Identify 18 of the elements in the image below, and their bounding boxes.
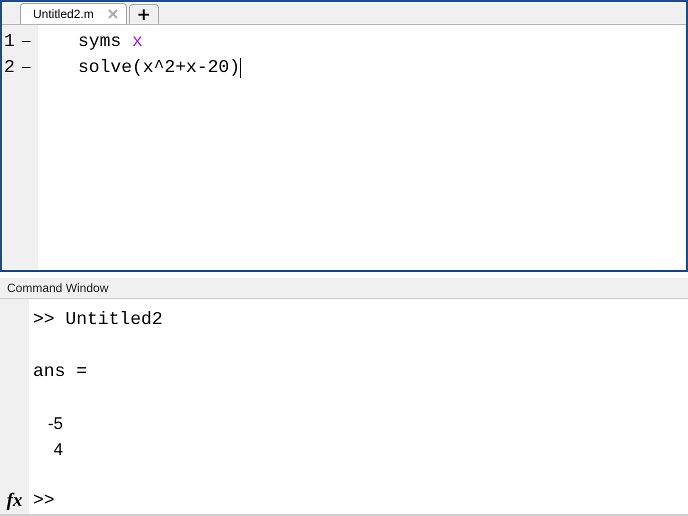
code-text: solve(x^2+x-20)	[78, 58, 240, 78]
breakpoint-marker[interactable]: —	[22, 60, 30, 76]
file-tab[interactable]: Untitled2.m	[20, 3, 127, 24]
output-text: >> Untitled2	[33, 310, 163, 330]
code-text: syms	[78, 32, 122, 52]
output-text: ans =	[33, 362, 88, 382]
output-text: 4	[54, 440, 63, 460]
output-text: -5	[48, 414, 63, 434]
text-cursor	[240, 58, 242, 78]
code-text: x	[132, 32, 143, 52]
breakpoint-marker[interactable]: —	[22, 34, 30, 50]
close-icon[interactable]	[108, 9, 118, 19]
function-browser-button[interactable]: fx	[6, 490, 22, 512]
command-prompt[interactable]: >>	[33, 488, 688, 514]
panel-title: Command Window	[7, 281, 108, 295]
line-number: 2	[3, 58, 16, 78]
new-tab-button[interactable]: +	[128, 4, 159, 24]
line-number: 1	[3, 32, 16, 52]
